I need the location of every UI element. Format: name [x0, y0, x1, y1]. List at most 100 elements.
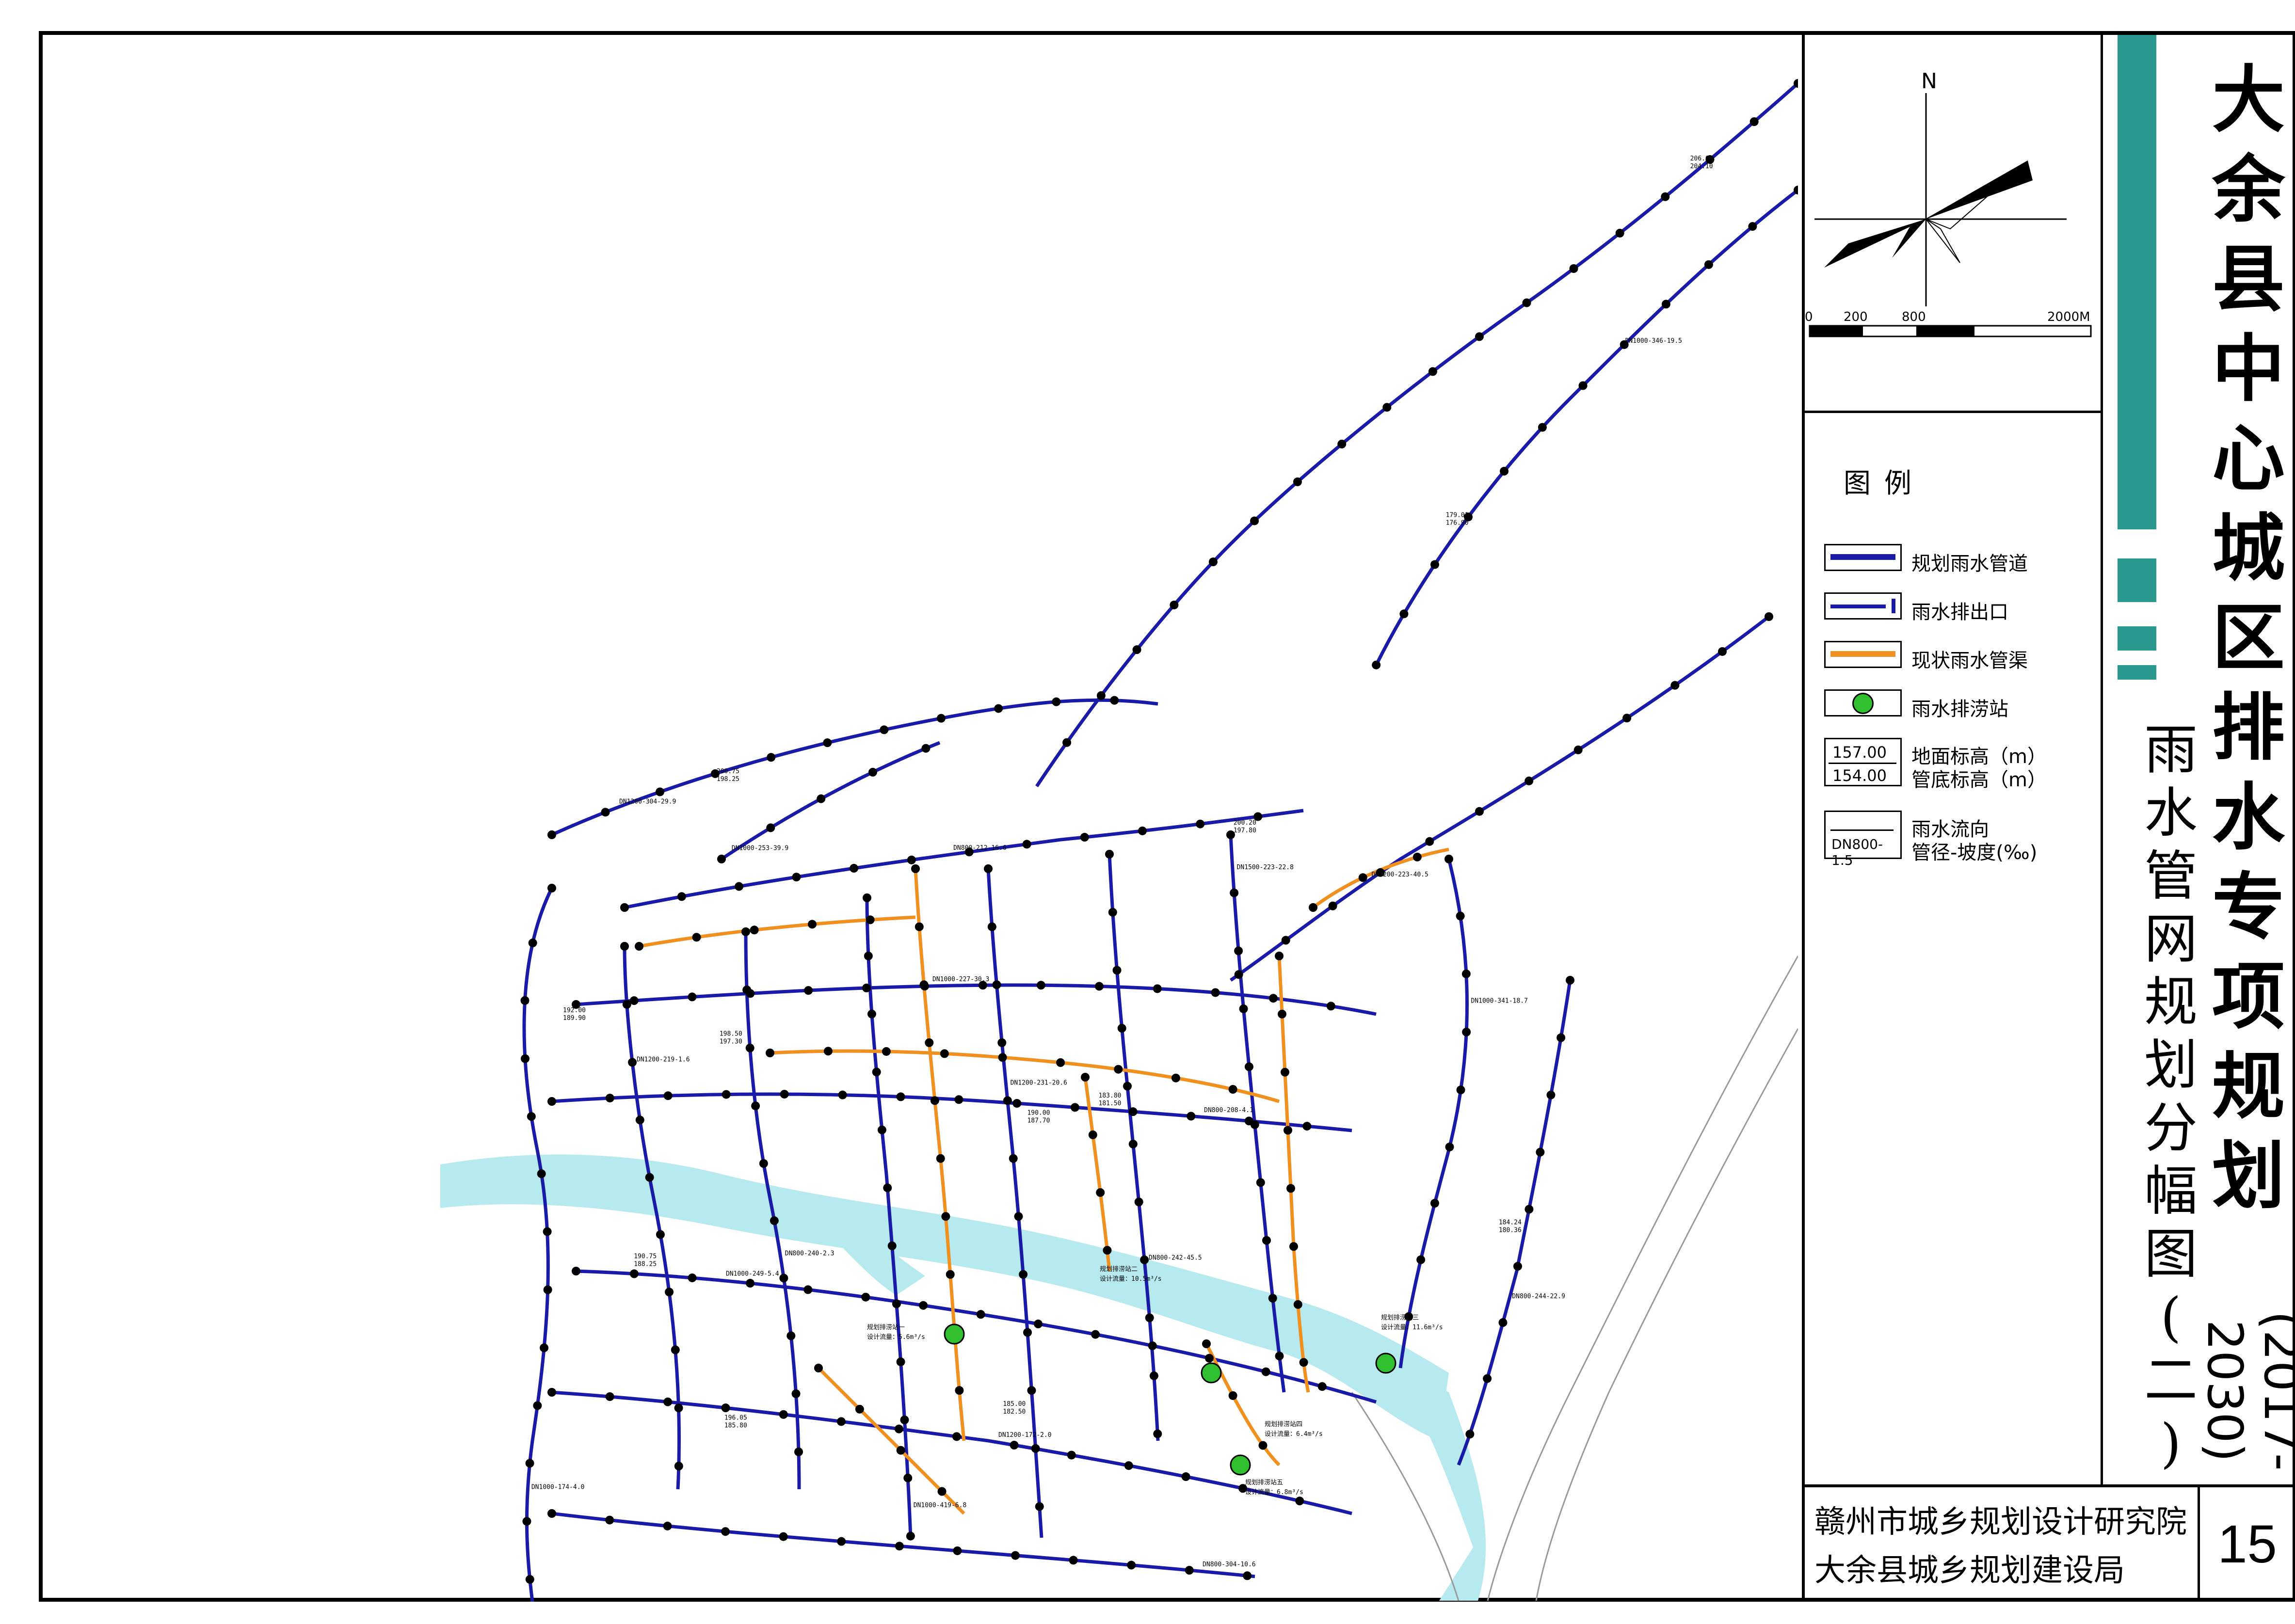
- pipe-node: [766, 1049, 774, 1057]
- pipe-node: [663, 1521, 672, 1530]
- pipe-node: [1283, 1126, 1292, 1135]
- pipe-node: [976, 1310, 985, 1319]
- pump-capacity: 设计流量：5.6m³/s: [867, 1334, 925, 1341]
- pipe-node: [629, 996, 639, 1005]
- title-char: 城: [2212, 507, 2285, 591]
- pipe-node: [688, 1273, 697, 1282]
- pipe-node: [1275, 952, 1284, 960]
- legend-swatch: [1824, 592, 1902, 620]
- pipe-node: [997, 1038, 1007, 1047]
- pipe-node: [1573, 745, 1583, 754]
- title-panel: 大余县中心城区排水专项规划 (2017-2030) 雨水管网规划分幅图(二): [2101, 35, 2295, 1484]
- pipe-node: [547, 1097, 556, 1106]
- pipe-node: [1091, 1330, 1100, 1339]
- pipe-node: [1293, 477, 1302, 486]
- pipe-node: [1228, 1085, 1237, 1094]
- pipe-node: [896, 1446, 905, 1455]
- legend-swatch: [1824, 544, 1902, 571]
- pipe-node: [1153, 984, 1162, 993]
- pipe-node: [1295, 1497, 1304, 1506]
- pipe-node: [1622, 714, 1632, 723]
- pipe-node: [1261, 1367, 1270, 1376]
- legend-label: 管底标高（m）: [1911, 769, 2047, 791]
- subtitle-char: 分: [2144, 1097, 2198, 1159]
- pipe-node: [1010, 1441, 1019, 1450]
- subtitle-char: ): [2160, 1412, 2182, 1474]
- legend-panel: 图例 规划雨水管道 雨水排出口 现状雨水管渠 雨水排涝站 157.00 154.…: [1805, 413, 2101, 1315]
- pipe-node: [941, 1212, 950, 1221]
- pipe-node: [1444, 855, 1453, 863]
- pipe-node: [1181, 1472, 1190, 1481]
- invert-elevation: 204.10: [1690, 163, 1713, 170]
- pipe-node: [520, 996, 530, 1005]
- pipe-node: [894, 1424, 903, 1433]
- pipe-node: [1027, 1386, 1036, 1395]
- pipe-node: [1326, 1002, 1335, 1011]
- pipe-node: [1475, 807, 1484, 816]
- pipe-node: [1428, 367, 1437, 376]
- invert-elevation: 187.70: [1027, 1117, 1050, 1125]
- pipe-node: [1170, 600, 1179, 609]
- pipe-node: [1262, 1236, 1271, 1245]
- pipe-node: [547, 1388, 556, 1397]
- org-name: 赣州市城乡规划设计研究院: [1814, 1504, 2187, 1540]
- pipe-spec-label: DN1000-174-4.0: [531, 1484, 585, 1491]
- pipe-node: [1557, 1033, 1566, 1042]
- pipe-node: [735, 882, 744, 891]
- ground-elevation: 179.01: [1446, 511, 1469, 519]
- pipe-node: [892, 1299, 901, 1308]
- pipe-node: [1202, 1339, 1211, 1348]
- pipe-node: [1382, 403, 1392, 412]
- map-area: 规划排涝站一 设计流量：5.6m³/s 规划排涝站二 设计流量：10.5m³/s…: [43, 35, 1798, 1606]
- legend-swatch: [1824, 689, 1902, 716]
- pipe-node: [1412, 852, 1422, 861]
- pump-station-icon: [1201, 1362, 1222, 1384]
- pipe-node: [1358, 873, 1367, 882]
- pipe-node: [1430, 1199, 1439, 1208]
- subtitle-char: 图: [2144, 1223, 2198, 1285]
- pipe-node: [674, 1462, 683, 1471]
- pipe-node: [547, 1509, 556, 1518]
- pipe-node: [525, 1575, 534, 1584]
- pipe-node: [915, 922, 924, 931]
- pump-station-icon: [1375, 1353, 1396, 1374]
- ground-elevation: 190.75: [634, 1253, 657, 1260]
- pipe-node: [895, 1542, 904, 1551]
- subtitle-char: 管: [2144, 845, 2198, 907]
- pipe-node: [1031, 1444, 1040, 1453]
- pipe-node: [1011, 1551, 1020, 1560]
- pipe-node: [1289, 1242, 1298, 1251]
- pipe-node: [717, 855, 726, 863]
- pipe-node: [601, 808, 610, 817]
- pipe-node: [911, 864, 920, 873]
- pipe-node: [994, 704, 1003, 713]
- pipe-node: [1105, 850, 1114, 859]
- pipe-node: [1145, 1313, 1154, 1322]
- pipe-node: [767, 753, 776, 762]
- pipe-node: [746, 1279, 755, 1288]
- pipe-node: [867, 1009, 876, 1019]
- pipe-node: [1256, 1178, 1265, 1187]
- pipe-node: [1070, 1103, 1079, 1112]
- pipe-node: [779, 1274, 788, 1283]
- pump-label: 规划排涝站二: [1100, 1265, 1138, 1273]
- pipe-node: [1204, 1353, 1214, 1363]
- pipe-node: [527, 1112, 536, 1121]
- pipe-node: [1211, 988, 1220, 997]
- pipe-node: [940, 1049, 949, 1058]
- pipe-node: [1052, 697, 1061, 706]
- pipe-node: [953, 1546, 962, 1555]
- pipe-node: [1268, 994, 1278, 1003]
- pipe-node: [1035, 1502, 1044, 1511]
- legend-item-existing-pipe: 现状雨水管渠: [1824, 641, 2096, 675]
- pipe-spec-label: DN1500-223-22.8: [1237, 864, 1294, 871]
- pipe-spec-label: DN1000-419-6.8: [914, 1502, 967, 1509]
- legend-item-outlet: 雨水排出口: [1824, 592, 2096, 626]
- pipe-node: [722, 1090, 731, 1099]
- scale-label: 0: [1805, 310, 1813, 324]
- pipe-node: [836, 1417, 846, 1426]
- pipe-node: [955, 1386, 964, 1395]
- legend-invert-value: 154.00: [1832, 766, 1887, 785]
- legend-swatch: DN800-1.5: [1824, 811, 1902, 868]
- pipe-spec-label: DN1000-253-39.9: [732, 845, 788, 852]
